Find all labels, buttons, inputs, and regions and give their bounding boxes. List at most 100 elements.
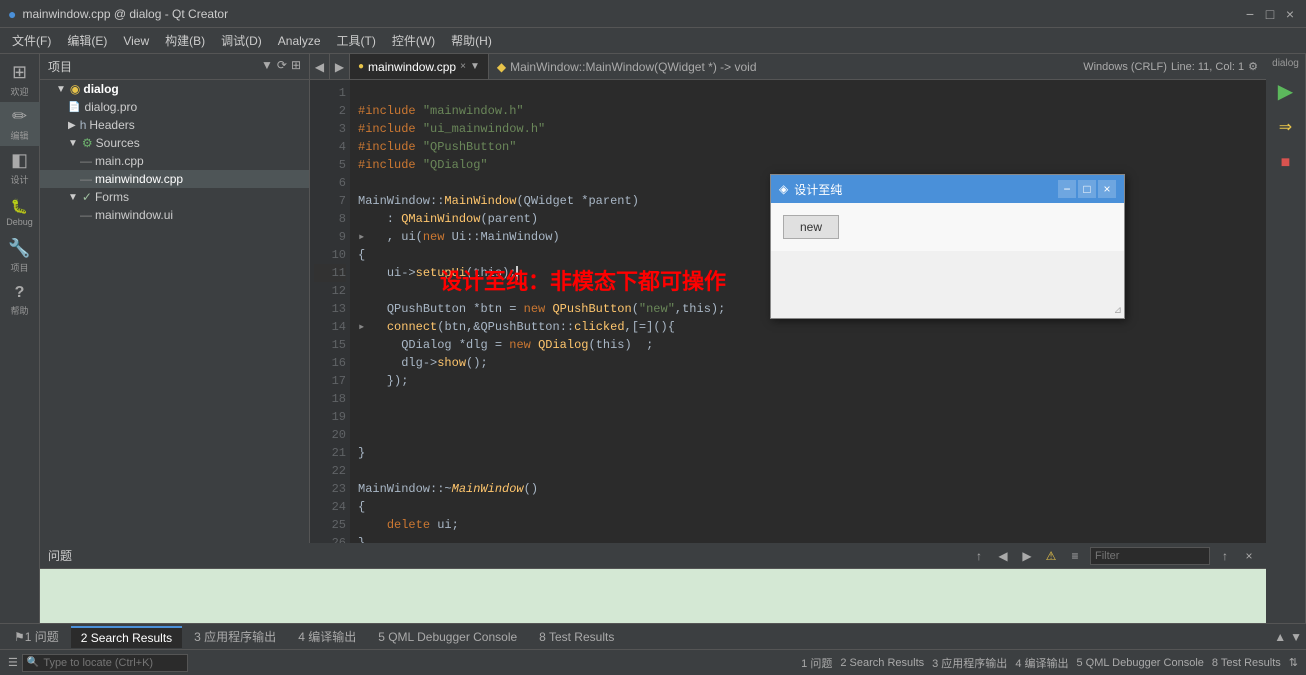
step-button[interactable]: ⇒ <box>1266 109 1306 145</box>
app-output-label: 3 应用程序输出 <box>932 655 1007 671</box>
status-search-bar[interactable]: 🔍 <box>22 654 188 672</box>
file-name: mainwindow.cpp <box>95 172 183 186</box>
menu-tools[interactable]: 工具(T) <box>329 30 384 51</box>
project-label: 项目 <box>48 60 72 74</box>
bottom-tab-test[interactable]: 8 Test Results <box>529 626 624 648</box>
sidebar-help[interactable]: ? 帮助 <box>0 278 40 322</box>
issues-filter-button[interactable]: ≡ <box>1066 547 1084 565</box>
float-dialog-icon: ◈ <box>779 182 788 196</box>
folder-name: Sources <box>96 136 140 150</box>
scroll-down-icon[interactable]: ▼ <box>1290 630 1302 644</box>
bottom-tab-app-output[interactable]: 3 应用程序输出 <box>184 626 286 648</box>
up-down-icon[interactable]: ⇅ <box>1289 656 1298 669</box>
tab-close-button[interactable]: × <box>460 61 466 72</box>
menu-help[interactable]: 帮助(H) <box>443 30 500 51</box>
tab-next-button[interactable]: ▶ <box>330 54 350 80</box>
window-controls[interactable]: − □ × <box>1242 6 1298 22</box>
issues-upload-button[interactable]: ↑ <box>970 547 988 565</box>
tab-settings-icon[interactable]: ⚙ <box>1248 60 1258 73</box>
minimize-button[interactable]: − <box>1242 6 1258 22</box>
tab-file-icon: ● <box>358 61 364 72</box>
menu-view[interactable]: View <box>115 32 157 50</box>
qml-console-label: 5 QML Debugger Console <box>1077 657 1204 669</box>
issues-next-button[interactable]: ▶ <box>1018 547 1036 565</box>
folder-icon: ◉ <box>70 82 80 96</box>
tree-item-forms-folder[interactable]: ▼ ✓ Forms <box>40 188 309 206</box>
sidebar-edit[interactable]: ✏ 编辑 <box>0 102 40 146</box>
float-dialog-new-button[interactable]: new <box>783 215 839 239</box>
tree-item-dialog-folder[interactable]: ▼ ◉ dialog <box>40 80 309 98</box>
breadcrumb-icon: ◆ <box>497 60 506 74</box>
tab-mainwindow-cpp[interactable]: ● mainwindow.cpp × ▼ <box>350 54 489 80</box>
issues-close-button[interactable]: × <box>1240 547 1258 565</box>
edit-icon: ✏ <box>12 106 27 127</box>
annotation-text: 设计至纯：非模态下都可操作 <box>440 264 726 296</box>
scroll-up-icon[interactable]: ▲ <box>1274 630 1286 644</box>
sidebar-debug[interactable]: 🐛 Debug <box>0 190 40 234</box>
float-minimize-button[interactable]: − <box>1058 180 1076 198</box>
menu-debug[interactable]: 调试(D) <box>213 30 270 51</box>
tab-prev-button[interactable]: ◀ <box>310 54 330 80</box>
tree-expand-icon[interactable]: ⊞ <box>291 58 301 72</box>
file-icon: 📄 <box>68 102 80 113</box>
folder-expand-icon: ▼ <box>56 84 66 95</box>
tree-item-sources-folder[interactable]: ▼ ⚙ Sources <box>40 134 309 152</box>
close-button[interactable]: × <box>1282 6 1298 22</box>
tree-item-mainwindow-ui[interactable]: — mainwindow.ui <box>40 206 309 224</box>
menu-edit[interactable]: 编辑(E) <box>59 30 115 51</box>
sidebar-welcome[interactable]: ⊞ 欢迎 <box>0 58 40 102</box>
header-folder-icon: h <box>80 118 87 132</box>
menu-build[interactable]: 构建(B) <box>157 30 213 51</box>
menu-file[interactable]: 文件(F) <box>4 30 59 51</box>
issues-maximize-button[interactable]: ↑ <box>1216 547 1234 565</box>
float-dialog-titlebar[interactable]: ◈ 设计至纯 − □ × <box>771 175 1124 203</box>
tree-item-headers-folder[interactable]: ▶ h Headers <box>40 116 309 134</box>
debug-label: Debug <box>6 217 33 227</box>
locate-input[interactable] <box>43 657 183 669</box>
issues-toolbar: 问题 ↑ ◀ ▶ ⚠ ≡ ↑ × <box>40 543 1266 569</box>
bottom-tab-icon: ⚑ <box>14 630 25 644</box>
issues-warning-button[interactable]: ⚠ <box>1042 547 1060 565</box>
cpp-file-icon: — <box>80 154 92 168</box>
bottom-tab-compile[interactable]: 4 编译输出 <box>288 626 366 648</box>
edit-label: 编辑 <box>10 129 28 142</box>
cursor-info: Line: 11, Col: 1 <box>1171 61 1244 73</box>
sidebar-project[interactable]: 🔧 项目 <box>0 234 40 278</box>
float-dialog-title: ◈ 设计至纯 <box>779 181 842 198</box>
bottom-tab-issues[interactable]: ⚑ 1 问题 <box>4 626 69 648</box>
tree-sync-icon[interactable]: ⟳ <box>277 58 287 72</box>
maximize-button[interactable]: □ <box>1262 6 1278 22</box>
float-maximize-button[interactable]: □ <box>1078 180 1096 198</box>
tree-filter-icon[interactable]: ▼ <box>261 58 273 72</box>
menu-widgets[interactable]: 控件(W) <box>384 30 443 51</box>
help-icon: ? <box>15 284 25 302</box>
tree-item-main-cpp[interactable]: — main.cpp <box>40 152 309 170</box>
float-close-button[interactable]: × <box>1098 180 1116 198</box>
ui-file-icon: — <box>80 208 92 222</box>
issues-prev-button[interactable]: ◀ <box>994 547 1012 565</box>
file-tree-panel: 项目 ▼ ⟳ ⊞ ▼ ◉ dialog 📄 dialog.pro <box>40 54 310 543</box>
window-title: mainwindow.cpp @ dialog - Qt Creator <box>22 7 228 21</box>
float-dialog-resize-handle[interactable]: ⊿ <box>1114 305 1122 316</box>
issues-filter-input[interactable] <box>1090 547 1210 565</box>
float-dialog-controls[interactable]: − □ × <box>1058 180 1116 198</box>
run-button[interactable]: ▶ <box>1266 73 1306 109</box>
sidebar-design[interactable]: ◧ 设计 <box>0 146 40 190</box>
tree-item-dialog-pro[interactable]: 📄 dialog.pro <box>40 98 309 116</box>
bottom-tab-qml[interactable]: 5 QML Debugger Console <box>368 626 527 648</box>
title-bar-left: ● mainwindow.cpp @ dialog - Qt Creator <box>8 6 228 22</box>
left-sidebar: ⊞ 欢迎 ✏ 编辑 ◧ 设计 🐛 Debug 🔧 项目 ? 帮助 <box>0 54 40 623</box>
status-bar-right: 1 问题 2 Search Results 3 应用程序输出 4 编译输出 5 … <box>801 655 1298 671</box>
stop-button[interactable]: ■ <box>1266 145 1306 181</box>
forms-folder-icon: ✓ <box>82 190 92 204</box>
bottom-panel-right: ▲ ▼ <box>1274 630 1302 644</box>
editor-area[interactable]: ◀ ▶ ● mainwindow.cpp × ▼ ◆ MainWindow::M… <box>310 54 1266 543</box>
file-name: mainwindow.ui <box>95 208 173 222</box>
menu-analyze[interactable]: Analyze <box>270 32 329 50</box>
breadcrumb-bar: ◆ MainWindow::MainWindow(QWidget *) -> v… <box>489 60 1083 74</box>
float-dialog[interactable]: ◈ 设计至纯 − □ × new ⊿ <box>770 174 1125 319</box>
menu-bar: 文件(F) 编辑(E) View 构建(B) 调试(D) Analyze 工具(… <box>0 28 1306 54</box>
bottom-tab-search[interactable]: 2 Search Results <box>71 626 182 648</box>
tab-bar: ◀ ▶ ● mainwindow.cpp × ▼ ◆ MainWindow::M… <box>310 54 1266 80</box>
tree-item-mainwindow-cpp[interactable]: — mainwindow.cpp <box>40 170 309 188</box>
